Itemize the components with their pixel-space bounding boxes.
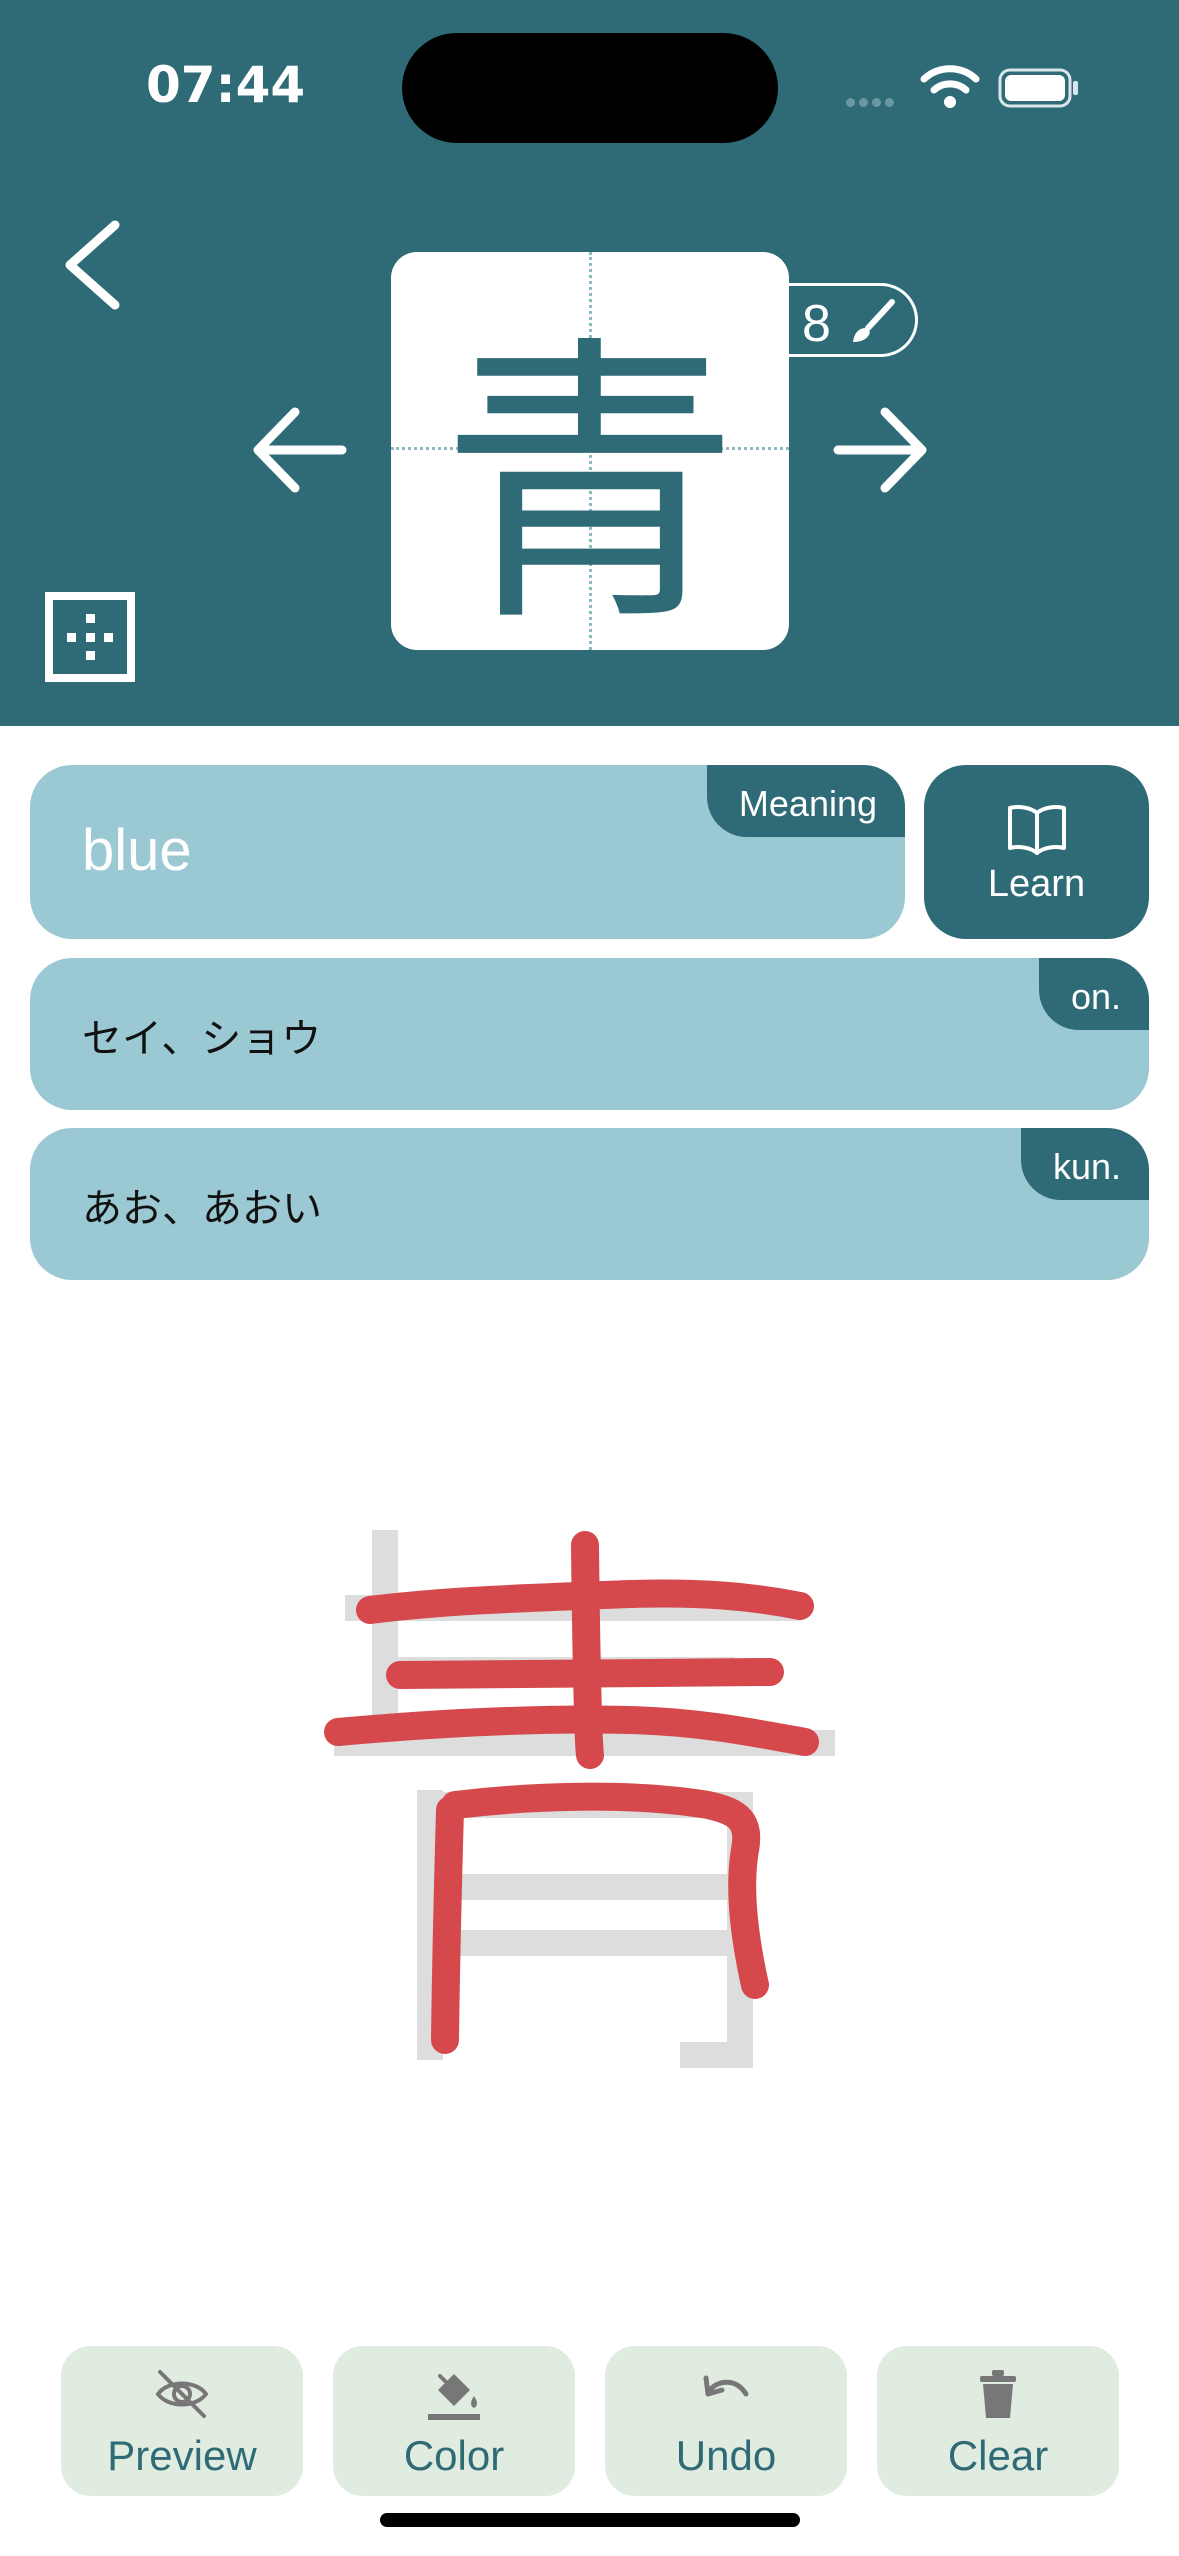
undo-icon bbox=[703, 2375, 749, 2397]
previous-kanji-button[interactable] bbox=[250, 400, 350, 500]
kunyomi-value: あお、あおい bbox=[82, 1186, 322, 1232]
home-indicator bbox=[380, 2513, 800, 2527]
grid-toggle-button[interactable] bbox=[45, 592, 135, 682]
arrow-right-icon bbox=[833, 407, 927, 493]
kunyomi-tag: kun. bbox=[1020, 1128, 1149, 1200]
status-time: 07:44 bbox=[146, 56, 306, 114]
preview-button[interactable]: Preview bbox=[61, 2346, 303, 2496]
eye-slash-icon bbox=[155, 2370, 209, 2418]
trash-icon bbox=[980, 2370, 1016, 2418]
onyomi-tag: on. bbox=[1038, 958, 1149, 1030]
color-label: Color bbox=[403, 2432, 505, 2479]
undo-button[interactable]: Undo bbox=[605, 2346, 847, 2496]
onyomi-value: セイ、ショウ bbox=[82, 1016, 322, 1062]
meaning-tag: Meaning bbox=[706, 765, 905, 837]
battery-icon bbox=[998, 68, 1078, 108]
drawing-canvas[interactable] bbox=[300, 1500, 880, 2100]
back-button[interactable] bbox=[55, 215, 135, 315]
kunyomi-card: kun. あお、あおい bbox=[30, 1128, 1149, 1280]
book-icon bbox=[1008, 805, 1066, 855]
svg-text:青: 青 bbox=[440, 312, 740, 650]
wifi-icon bbox=[920, 65, 980, 108]
grid-icon bbox=[45, 592, 135, 682]
next-kanji-button[interactable] bbox=[830, 400, 930, 500]
meaning-card: Meaning blue bbox=[30, 765, 905, 939]
paint-bucket-icon bbox=[428, 2374, 480, 2420]
learn-label: Learn bbox=[987, 863, 1086, 905]
meaning-value: blue bbox=[82, 818, 192, 883]
learn-button[interactable]: Learn bbox=[924, 765, 1149, 939]
dynamic-island bbox=[402, 33, 778, 143]
brush-icon bbox=[853, 299, 895, 342]
arrow-left-icon bbox=[253, 407, 347, 493]
clear-button[interactable]: Clear bbox=[877, 2346, 1119, 2496]
clear-label: Clear bbox=[947, 2432, 1049, 2479]
preview-label: Preview bbox=[107, 2432, 257, 2479]
kanji-card: 青 bbox=[391, 252, 789, 650]
cellular-signal-icon bbox=[846, 92, 898, 111]
color-button[interactable]: Color bbox=[333, 2346, 575, 2496]
onyomi-card: on. セイ、ショウ bbox=[30, 958, 1149, 1110]
kanji-character: 青 bbox=[440, 312, 740, 650]
undo-label: Undo bbox=[675, 2432, 777, 2479]
stroke-count: 8 bbox=[802, 295, 831, 353]
stroke-count-badge[interactable]: 8 bbox=[788, 283, 918, 357]
